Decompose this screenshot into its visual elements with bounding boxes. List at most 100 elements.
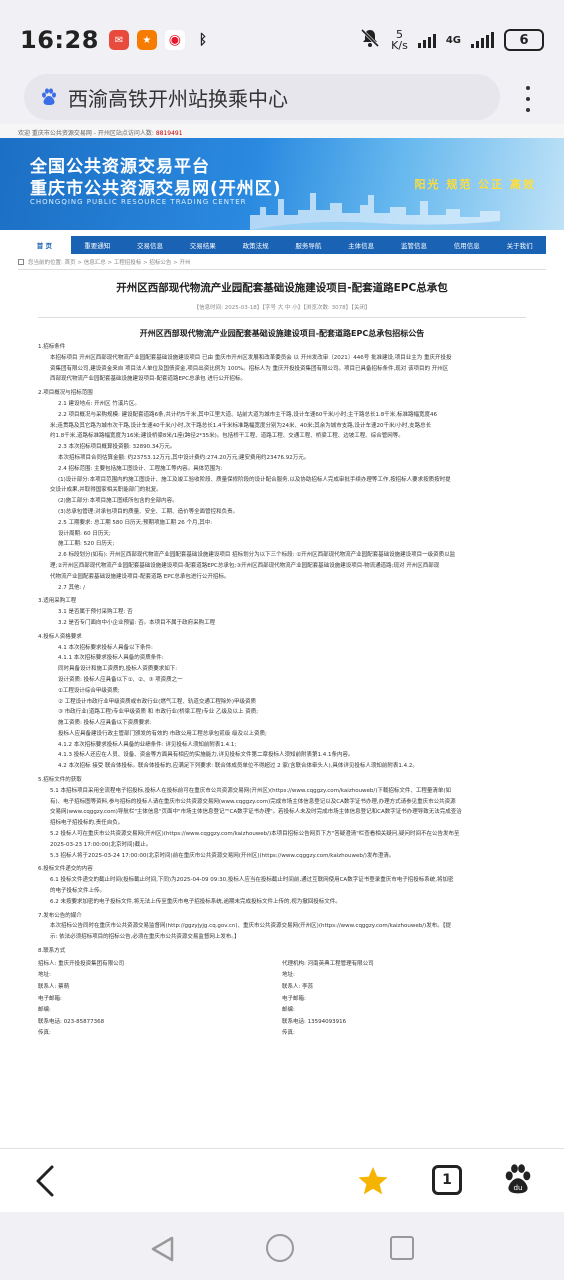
- notification-icons: ✉ ★ ◉ ᛒ: [108, 30, 213, 50]
- back-arrow-icon[interactable]: [30, 1163, 60, 1199]
- article-paragraph: 理;②开州区西部现代物流产业园配套基础设施建设项目-配套道路EPC总承包;③开州…: [50, 562, 440, 569]
- status-bar: 16:28 ✉ ★ ◉ ᛒ 5 K/s 4G 6: [0, 0, 564, 80]
- nav-item-trade-result[interactable]: 交易结果: [176, 236, 229, 254]
- clock: 16:28: [20, 26, 99, 54]
- nav-item-entity[interactable]: 主体信息: [335, 236, 388, 254]
- contact-line: 电子邮箱:: [282, 995, 306, 1002]
- nav-item-policy[interactable]: 政策法规: [229, 236, 282, 254]
- section-heading: 8.联系方式: [38, 948, 66, 955]
- article-paragraph: ①工程设计综合甲级资质;: [58, 687, 120, 694]
- status-indicators: 5 K/s 4G 6: [359, 27, 544, 53]
- article-paragraph: 设计周期: 60 日历天;: [58, 530, 111, 537]
- tab-count: 1: [442, 1172, 452, 1188]
- contact-info: 招标人: 重庆开投投资集团有限公司 地址: 联系人: 蔡萌 电子邮箱: 邮编: 联系电话:…: [38, 959, 526, 1040]
- system-recents-icon[interactable]: [390, 1236, 414, 1260]
- article-paragraph: 2.6 标段划分(如有): 开州区西部现代物流产业园配套基础设施建设项目 招标划…: [58, 552, 456, 559]
- article-paragraph: 2.1 建设地点: 开州区 竹溪片区。: [58, 400, 140, 407]
- network-type: 4G: [445, 34, 461, 46]
- section-heading: 6.投标文件递交的内容: [38, 866, 93, 873]
- star-icon[interactable]: [356, 1165, 390, 1197]
- home-icon: [18, 258, 24, 265]
- bluetooth-icon: ᛒ: [198, 32, 208, 48]
- contact-line: 代理机构: 河南英典工程管理有限公司: [282, 960, 374, 967]
- article-paragraph: 交设计成果,并取得国家相关职能部门的批复。: [50, 487, 162, 494]
- topline-text: 欢迎 重庆市公共资源交易网 - 开州区站点访问人数:: [18, 130, 154, 137]
- article-paragraph: 有)、电子招标图等资料,参与招标的投标人请在重庆市公共资源交易网(www.cqg…: [50, 798, 456, 805]
- article-title: 开州区西部现代物流产业园配套基础设施建设项目-配套道路EPC总承包: [116, 282, 448, 294]
- article-paragraph: 3.2 是否专门面向中小企业预留: 否。本项目不属于政府采购工程: [58, 619, 216, 626]
- site-title: 重庆市公共资源交易网(开州区): [30, 179, 282, 199]
- article-paragraph: 6.2 未按要求加密的电子投标文件,将无法上传至重庆市电子招投标系统,逾期未完成…: [50, 898, 341, 905]
- contact-line: 电子邮箱:: [38, 995, 62, 1002]
- article-paragraph: 代物流产业园配套基础设施建设项目-配套道路 EPC总承包进行公开招标。: [50, 573, 230, 580]
- nav-item-credit[interactable]: 信用信息: [440, 236, 493, 254]
- nav-item-home[interactable]: 首 页: [18, 236, 71, 254]
- network-speed: 5 K/s: [391, 29, 408, 51]
- article-paragraph: 2.4 招标范围: 主要包括施工图设计、工程施工等内容。具体范围为:: [58, 465, 223, 472]
- web-content: 欢迎 重庆市公共资源交易网 - 开州区站点访问人数: 8819491 全国公共资…: [0, 124, 564, 1148]
- nav-item-notice[interactable]: 重要通知: [71, 236, 124, 254]
- more-icon[interactable]: [518, 84, 538, 114]
- article-paragraph: 6.1 投标文件递交的截止时间(投标截止时间,下同)为2025-04-09 09…: [50, 877, 454, 884]
- visit-count: 8819491: [155, 130, 183, 137]
- article-paragraph: 同时具备设计和施工资质的,投标人资质要求如下:: [58, 666, 178, 673]
- section-heading: 5.招标文件的获取: [38, 777, 82, 784]
- article-paragraph: 2.3 本次招标项目概算投资额: 32890.34万元。: [58, 444, 176, 451]
- nav-item-trade-info[interactable]: 交易信息: [124, 236, 177, 254]
- weibo-icon: ◉: [164, 30, 185, 50]
- section-heading: 7.发布公告的媒介: [38, 912, 82, 919]
- baidu-paw-icon[interactable]: du: [500, 1161, 536, 1197]
- nav-item-about[interactable]: 关于我们: [493, 236, 546, 254]
- browser-bottom-bar: 1 du: [0, 1148, 564, 1212]
- address-bar[interactable]: 西渝高铁开州站换乘中心: [24, 74, 500, 120]
- contact-line: 联系电话: 023-85877368: [38, 1018, 105, 1025]
- section-heading: 2.项目概况与招标范围: [38, 390, 93, 397]
- article-paragraph: (2)施工部分:本项目施工图纸所包含的全部内容。: [58, 498, 178, 505]
- contact-line: 邮编:: [282, 1007, 295, 1014]
- article-paragraph: 本招标项目 开州区西部现代物流产业园配套基础设施建设项目 已由 重庆市开州区发展…: [50, 354, 452, 361]
- mute-icon: [359, 27, 381, 53]
- article-paragraph: 5.2 投标人可在重庆市公共资源交易网(开州区)(https://www.cqg…: [50, 831, 460, 838]
- nav-item-service[interactable]: 服务导航: [282, 236, 335, 254]
- article-paragraph: 示: 依法必须招标项目的招标公告,必须在重庆市公共资源交易监督网上发布。】: [50, 934, 240, 941]
- paw-icon: [38, 86, 60, 108]
- article-paragraph: 米;连贯路及其它路为城市次干路,设计车速40千米/小时,次干路总长1.4千米标准…: [50, 422, 432, 429]
- article-paragraph: 的电子投标文件上传。: [50, 888, 106, 895]
- article-paragraph: 本次招标项目合同估算金额: 约23753.12万元,其中设计费约:274.20万…: [58, 454, 310, 461]
- article-paragraph: 2.7 其他: /: [58, 584, 85, 591]
- site-nav: 首 页 重要通知 交易信息 交易结果 政策法规 服务导航 主体信息 监管信息 信…: [18, 236, 546, 254]
- contact-line: 地址:: [38, 972, 51, 979]
- article-paragraph: 投标人应具备建设行政主管部门颁发的有效的 市政公用工程总承包贰级 级及以上资质;: [58, 730, 267, 737]
- system-back-icon[interactable]: [150, 1236, 176, 1266]
- system-nav-bar: [0, 1212, 564, 1280]
- contact-line: 传真:: [282, 1030, 295, 1037]
- tabs-icon[interactable]: 1: [432, 1165, 462, 1195]
- article-paragraph: 交易网(www.cqggzy.com)导航栏"主体信息"页面中"市场主体信息登记…: [50, 809, 462, 816]
- nav-item-supervision[interactable]: 监管信息: [388, 236, 441, 254]
- breadcrumb-text[interactable]: 您当前的位置: 首页 > 信息汇总 > 工程招投标 > 招标公告 > 开州: [28, 258, 191, 266]
- article-paragraph: 设计资质: 投标人应具备以下①、②、③ 项资质之一: [58, 676, 183, 683]
- article-paragraph: 4.1.3 投标人还应在人员、设备、资金等方面具有相应的实施能力,详见投标文件第…: [58, 752, 354, 759]
- article-body: 1.招标条件 本招标项目 开州区西部现代物流产业园配套基础设施建设项目 已由 重庆…: [38, 342, 526, 957]
- article-paragraph: 西部现代物流产业园配套基础设施建设项目-配套道路EPC总承包 进行公开招标。: [50, 376, 246, 383]
- article-paragraph: (1)设计部分:本项目范围内的施工图设计、施工及竣工验收阶段、质量保修阶段的设计…: [58, 476, 451, 483]
- system-home-icon[interactable]: [266, 1234, 294, 1262]
- article-paragraph: 4.2 本次招标 接受 联合体投标。联合体投标的,应满足下列要求: 联合体成员单…: [58, 763, 418, 770]
- article-paragraph: 2.5 工期要求: 总工期 580 日历天;预期项施工期 26 个月,其中:: [58, 519, 213, 526]
- contact-line: 联系人: 李蕊: [282, 984, 314, 991]
- article-paragraph: 5.3 招标人将于2025-03-24 17:00:00(北京时间)前在重庆市公…: [50, 852, 395, 859]
- article-meta: 【信息时间: 2025-03-18】【字号 大 中 小】【浏览次数: 3078】…: [38, 303, 526, 318]
- article-subtitle: 开州区西部现代物流产业园配套基础设施建设项目-配套道路EPC总承包招标公告: [139, 329, 425, 338]
- site-banner: 全国公共资源交易平台 重庆市公共资源交易网(开州区) CHONGQING PUB…: [0, 138, 564, 230]
- speed-unit: K/s: [391, 39, 408, 52]
- article-paragraph: 5.1 本招标项目采用全流程电子招投标,投标人在投标前可在重庆市公共资源交易网(…: [50, 787, 452, 794]
- section-heading: 4.投标人资格要求: [38, 633, 82, 640]
- page-title: 西渝高铁开州站换乘中心: [68, 86, 288, 111]
- article-paragraph: ② 工程设计市政行业甲级资质或市政行业(燃气工程、轨道交通工程除外)甲级资质: [58, 698, 256, 705]
- battery-level: 6: [519, 32, 529, 48]
- article-paragraph: 2025-03-23 17:00:00(北京时间)截止。: [50, 841, 152, 848]
- site-title-en: CHONGQING PUBLIC RESOURCE TRADING CENTER: [30, 198, 247, 206]
- section-heading: 3.适用采购工程: [38, 598, 77, 605]
- article-paragraph: 4.1 本次招标要求投标人具备以下条件:: [58, 644, 153, 651]
- article-paragraph: 4.1.1 本次招标要求投标人具备的资质条件:: [58, 655, 164, 662]
